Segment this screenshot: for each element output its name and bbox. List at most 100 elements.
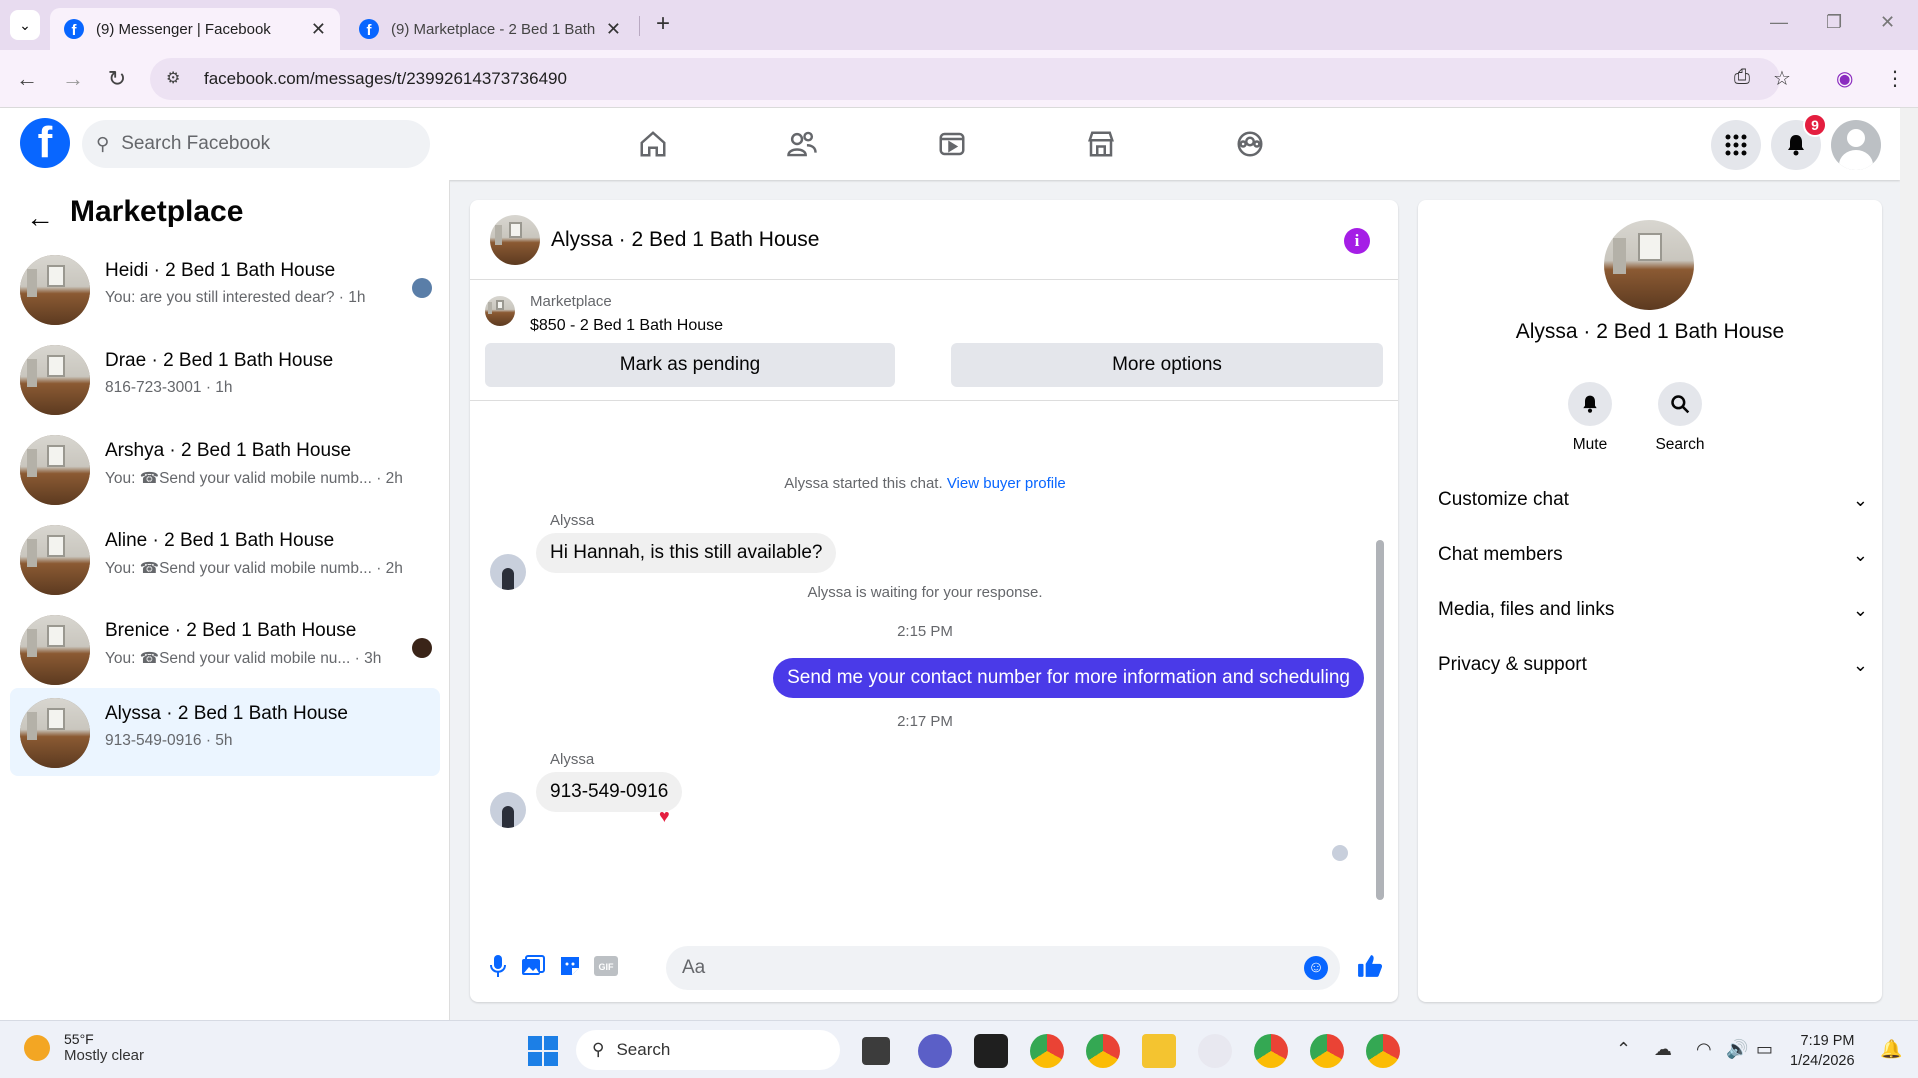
chrome-icon[interactable] (1310, 1034, 1344, 1068)
section-label: Customize chat (1438, 489, 1569, 510)
sticker-icon[interactable] (556, 952, 584, 980)
task-view-icon[interactable] (862, 1037, 890, 1065)
incoming-message[interactable]: Hi Hannah, is this still available? (536, 533, 837, 573)
chrome-icon[interactable] (1366, 1034, 1400, 1068)
chat-scrollbar[interactable] (1376, 540, 1384, 900)
clock-time: 7:19 PM (1800, 1033, 1855, 1049)
listing-thumbnail[interactable] (485, 296, 515, 326)
conversation-name: Arshya · 2 Bed 1 Bath House (105, 440, 352, 461)
privacy-support-section[interactable]: Privacy & support ⌄ (1438, 647, 1868, 683)
taskbar-search[interactable]: ⚲ Search (576, 1030, 840, 1070)
tab-close-icon[interactable]: ✕ (606, 19, 621, 40)
groups-icon[interactable] (1230, 124, 1270, 164)
outgoing-message[interactable]: Send me your contact number for more inf… (773, 658, 1364, 698)
mark-as-pending-button[interactable]: Mark as pending (485, 343, 895, 387)
listing-price[interactable]: $850 - 2 Bed 1 Bath House (530, 317, 723, 335)
heart-reaction-icon[interactable]: ♥ (659, 806, 670, 827)
chat-members-section[interactable]: Chat members ⌄ (1438, 537, 1868, 573)
conversation-item[interactable]: Heidi · 2 Bed 1 Bath House You: are you … (10, 245, 440, 333)
sender-avatar[interactable] (490, 792, 526, 828)
address-bar[interactable]: ⚙ facebook.com/messages/t/23992614373736… (150, 58, 1780, 100)
search-in-chat-button[interactable]: Search (1640, 382, 1720, 454)
teams-icon[interactable] (918, 1034, 952, 1068)
facebook-favicon-icon: f (64, 19, 84, 39)
chat-title[interactable]: Alyssa · 2 Bed 1 Bath House (551, 228, 819, 252)
video-icon[interactable] (932, 124, 972, 164)
reload-icon[interactable]: ↻ (104, 66, 130, 92)
facebook-logo-icon[interactable]: f (20, 118, 70, 168)
friends-icon[interactable] (782, 124, 822, 164)
chevron-down-icon: ⌄ (1852, 654, 1868, 675)
notification-bell-icon[interactable]: 🔔 (1880, 1039, 1902, 1060)
conversation-preview: You: are you still interested dear? · 1h (105, 289, 366, 306)
weather-widget[interactable]: 55°F Mostly clear (24, 1031, 144, 1064)
menu-grid-icon[interactable] (1711, 120, 1761, 170)
chevron-up-icon[interactable]: ⌃ (1616, 1039, 1631, 1060)
browser-menu-icon[interactable]: ⋮ (1885, 66, 1905, 91)
gif-icon[interactable]: GIF (592, 952, 620, 980)
tab-marketplace[interactable]: f (9) Marketplace - 2 Bed 1 Bath H ✕ (345, 8, 635, 50)
clock-date: 1/24/2026 (1790, 1053, 1855, 1069)
conversation-item[interactable]: Drae · 2 Bed 1 Bath House 816-723-3001 ·… (10, 335, 440, 423)
home-icon[interactable] (633, 124, 673, 164)
site-settings-icon[interactable]: ⚙ (166, 68, 188, 90)
profile-icon[interactable]: ◉ (1836, 66, 1853, 91)
chrome-icon[interactable] (1030, 1034, 1064, 1068)
tab-messenger[interactable]: f (9) Messenger | Facebook ✕ (50, 8, 340, 50)
chrome-icon[interactable] (1086, 1034, 1120, 1068)
chat-info-thumbnail[interactable] (1604, 220, 1694, 310)
emoji-icon[interactable]: ☺ (1304, 956, 1328, 980)
mute-button[interactable]: Mute (1550, 382, 1630, 454)
chrome-icon[interactable] (1254, 1034, 1288, 1068)
system-clock[interactable]: 7:19 PM 1/24/2026 (1790, 1031, 1855, 1071)
media-files-links-section[interactable]: Media, files and links ⌄ (1438, 592, 1868, 628)
page-scrollbar[interactable] (1900, 108, 1918, 1020)
more-options-button[interactable]: More options (951, 343, 1383, 387)
like-thumb-icon[interactable] (1356, 952, 1384, 980)
conversation-name: Drae · 2 Bed 1 Bath House (105, 350, 334, 371)
message-input[interactable]: Aa ☺ (666, 946, 1340, 990)
volume-icon[interactable]: 🔊 (1726, 1039, 1748, 1060)
chat-thumbnail[interactable] (490, 215, 540, 265)
windows-start-icon[interactable] (528, 1036, 558, 1066)
conversation-item-selected[interactable]: Alyssa · 2 Bed 1 Bath House 913-549-0916… (10, 688, 440, 776)
wifi-icon[interactable]: ◠ (1696, 1039, 1712, 1060)
back-arrow-icon[interactable]: ← (26, 202, 54, 234)
snipping-tool-icon[interactable] (1198, 1034, 1232, 1068)
info-icon[interactable]: i (1344, 228, 1370, 254)
account-avatar[interactable] (1831, 120, 1881, 170)
capcut-icon[interactable] (974, 1034, 1008, 1068)
file-explorer-icon[interactable] (1142, 1034, 1176, 1068)
customize-chat-section[interactable]: Customize chat ⌄ (1438, 482, 1868, 518)
sender-name: Alyssa (550, 512, 595, 529)
view-buyer-profile-link[interactable]: View buyer profile (947, 475, 1066, 492)
close-window-icon[interactable]: ✕ (1880, 12, 1895, 33)
microphone-icon[interactable] (484, 952, 512, 980)
sidebar-title: Marketplace (70, 195, 244, 228)
conversation-preview: You: ☎Send your valid mobile numb... · 2… (105, 470, 403, 487)
forward-arrow-icon[interactable]: → (60, 66, 86, 92)
install-app-icon[interactable]: ⎙ (1734, 66, 1750, 89)
photo-icon[interactable] (519, 952, 547, 980)
cloud-off-icon[interactable]: ☁ (1654, 1039, 1672, 1060)
facebook-search-input[interactable]: ⚲ Search Facebook (82, 120, 430, 168)
conversation-item[interactable]: Aline · 2 Bed 1 Bath House You: ☎Send yo… (10, 515, 440, 603)
tab-search-chevron-icon[interactable]: ⌄ (10, 10, 40, 40)
battery-icon[interactable]: ▭ (1756, 1039, 1773, 1060)
conversation-name: Alyssa · 2 Bed 1 Bath House (105, 703, 348, 724)
marketplace-icon[interactable] (1081, 124, 1121, 164)
weather-condition: Mostly clear (64, 1047, 145, 1064)
weather-temp: 55°F (64, 1031, 94, 1047)
minimize-icon[interactable]: — (1770, 12, 1788, 33)
bookmark-star-icon[interactable]: ☆ (1773, 66, 1791, 91)
listing-source: Marketplace (530, 293, 612, 310)
conversation-item[interactable]: Brenice · 2 Bed 1 Bath House You: ☎Send … (10, 605, 440, 693)
conversation-item[interactable]: Arshya · 2 Bed 1 Bath House You: ☎Send y… (10, 425, 440, 513)
new-tab-button[interactable]: + (650, 12, 676, 38)
back-arrow-icon[interactable]: ← (14, 66, 40, 92)
conversation-name: Brenice · 2 Bed 1 Bath House (105, 620, 357, 641)
chevron-down-icon: ⌄ (1852, 599, 1868, 620)
tab-close-icon[interactable]: ✕ (311, 19, 326, 40)
svg-text:GIF: GIF (599, 962, 615, 972)
restore-icon[interactable]: ❐ (1826, 12, 1842, 33)
